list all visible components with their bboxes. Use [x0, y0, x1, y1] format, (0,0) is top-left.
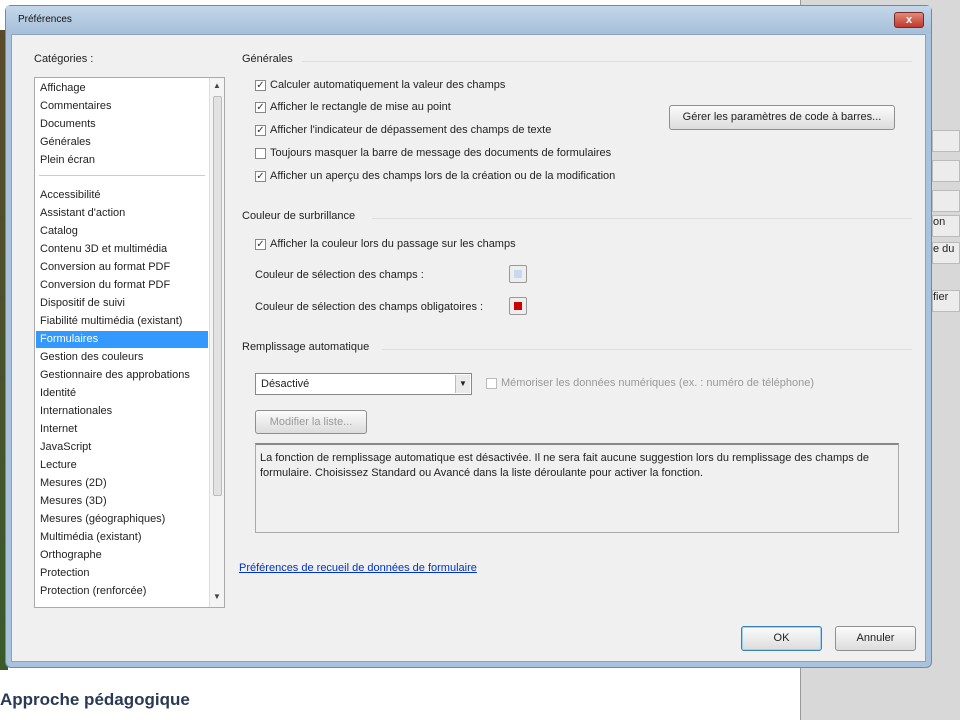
- general-option-checkbox[interactable]: ✓: [255, 125, 266, 136]
- category-item[interactable]: Internet: [40, 421, 208, 438]
- background-button: on: [932, 215, 960, 237]
- categories-list[interactable]: Affichage Commentaires Documents Générales P…: [34, 77, 225, 608]
- preferences-dialog: Préférences x Catégories : Affichage Comm…: [5, 5, 932, 668]
- required-color-label: Couleur de sélection des champs obligato…: [255, 301, 484, 313]
- general-option-label: Afficher le rectangle de mise au point: [270, 101, 451, 113]
- background-button: fier: [932, 290, 960, 312]
- general-option-checkbox[interactable]: ✓: [255, 171, 266, 182]
- section-autofill-heading: Remplissage automatique: [242, 341, 370, 353]
- general-option-checkbox[interactable]: [255, 148, 266, 159]
- general-option-label: Afficher un aperçu des champs lors de la…: [270, 170, 616, 182]
- edit-list-button[interactable]: Modifier la liste...: [255, 410, 367, 434]
- category-item[interactable]: Mesures (géographiques): [40, 511, 208, 528]
- category-item[interactable]: Conversion au format PDF: [40, 259, 208, 276]
- category-item[interactable]: Mesures (3D): [40, 493, 208, 510]
- category-item[interactable]: Assistant d'action: [40, 205, 208, 222]
- category-item[interactable]: Dispositif de suivi: [40, 295, 208, 312]
- category-item[interactable]: Générales: [40, 134, 208, 151]
- background-button: [932, 130, 960, 152]
- category-item[interactable]: Affichage: [40, 80, 208, 97]
- category-item[interactable]: Gestion des couleurs: [40, 349, 208, 366]
- dialog-title: Préférences: [18, 14, 72, 25]
- remember-numbers-checkbox[interactable]: [486, 378, 497, 389]
- category-item[interactable]: JavaScript: [40, 439, 208, 456]
- divider: [372, 218, 912, 219]
- autofill-mode-value: Désactivé: [261, 378, 310, 390]
- category-item[interactable]: Lecture: [40, 457, 208, 474]
- category-item[interactable]: Contenu 3D et multimédia: [40, 241, 208, 258]
- category-item[interactable]: Internationales: [40, 403, 208, 420]
- list-separator: [39, 175, 205, 176]
- category-item[interactable]: Protection (renforcée): [40, 583, 208, 600]
- autofill-description: La fonction de remplissage automatique e…: [255, 443, 899, 533]
- general-option-label: Calculer automatiquement la valeur des c…: [270, 79, 506, 91]
- field-color-swatch[interactable]: [509, 265, 527, 283]
- show-hover-color-checkbox[interactable]: ✓: [255, 239, 266, 250]
- categories-label: Catégories :: [34, 53, 94, 65]
- category-item[interactable]: Commentaires: [40, 98, 208, 115]
- autofill-mode-select[interactable]: Désactivé ▼: [255, 373, 472, 395]
- list-scrollbar[interactable]: ▲ ▼: [209, 78, 224, 607]
- divider: [382, 349, 912, 350]
- category-item[interactable]: Plein écran: [40, 152, 208, 169]
- form-data-collection-link[interactable]: Préférences de recueil de données de for…: [239, 562, 477, 574]
- category-item[interactable]: Conversion du format PDF: [40, 277, 208, 294]
- remember-numbers-label: Mémoriser les données numériques (ex. : …: [501, 377, 815, 389]
- field-color-label: Couleur de sélection des champs :: [255, 269, 424, 281]
- category-item[interactable]: Formulaires: [36, 331, 208, 348]
- category-item[interactable]: Catalog: [40, 223, 208, 240]
- required-color-swatch[interactable]: [509, 297, 527, 315]
- category-item[interactable]: Accessibilité: [40, 187, 208, 204]
- chevron-down-icon[interactable]: ▼: [455, 375, 470, 393]
- general-option-checkbox[interactable]: ✓: [255, 102, 266, 113]
- category-item[interactable]: Orthographe: [40, 547, 208, 564]
- scroll-up-icon[interactable]: ▲: [213, 81, 221, 90]
- category-item[interactable]: Multimédia (existant): [40, 529, 208, 546]
- section-general-heading: Générales: [242, 53, 293, 65]
- ok-button[interactable]: OK: [741, 626, 822, 651]
- general-option-checkbox[interactable]: ✓: [255, 80, 266, 91]
- background-button: [932, 190, 960, 212]
- category-item[interactable]: Identité: [40, 385, 208, 402]
- manage-barcode-button[interactable]: Gérer les paramètres de code à barres...: [669, 105, 895, 130]
- scrollbar-thumb[interactable]: [213, 96, 222, 496]
- category-item[interactable]: Mesures (2D): [40, 475, 208, 492]
- divider: [302, 61, 912, 62]
- dialog-body: Catégories : Affichage Commentaires Docume…: [11, 34, 926, 662]
- general-option-label: Afficher l'indicateur de dépassement des…: [270, 124, 552, 136]
- background-page-heading: Approche pédagogique: [0, 690, 190, 709]
- general-option-label: Toujours masquer la barre de message des…: [270, 147, 612, 159]
- background-button: [932, 160, 960, 182]
- title-bar[interactable]: Préférences x: [6, 6, 931, 33]
- category-item[interactable]: Documents: [40, 116, 208, 133]
- scroll-down-icon[interactable]: ▼: [213, 592, 221, 601]
- cancel-button[interactable]: Annuler: [835, 626, 916, 651]
- background-button: e du: [932, 242, 960, 264]
- category-item[interactable]: Fiabilité multimédia (existant): [40, 313, 208, 330]
- category-item[interactable]: Gestionnaire des approbations: [40, 367, 208, 384]
- section-highlight-heading: Couleur de surbrillance: [242, 210, 356, 222]
- close-button[interactable]: x: [894, 12, 924, 28]
- show-hover-color-label: Afficher la couleur lors du passage sur …: [270, 238, 516, 250]
- category-item[interactable]: Protection: [40, 565, 208, 582]
